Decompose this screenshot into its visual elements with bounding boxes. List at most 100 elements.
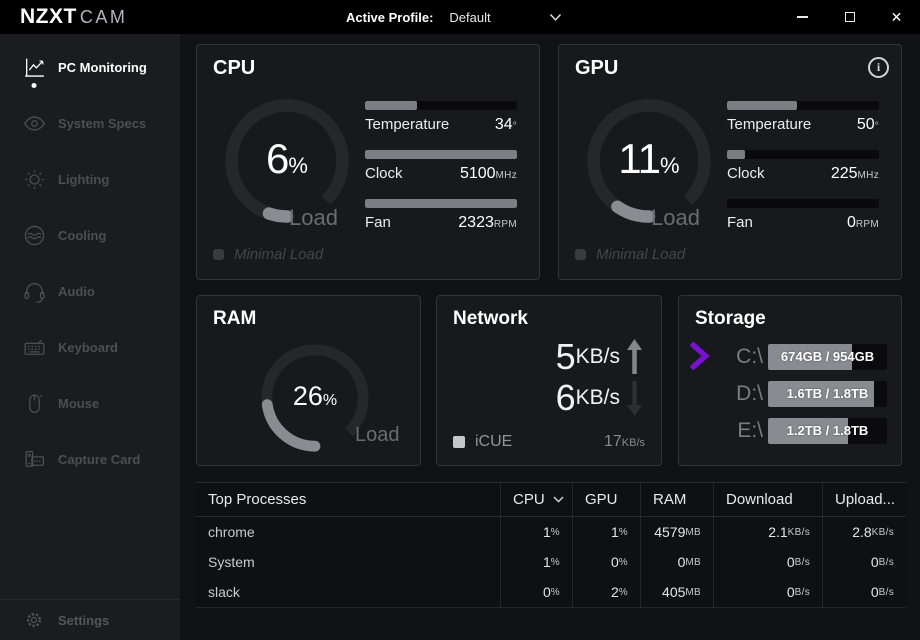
logo-nzxt: NZXT (20, 5, 77, 29)
sidebar-item-cooling[interactable]: Cooling (0, 207, 180, 263)
chart-line-icon (21, 54, 47, 80)
sidebar-item-mouse[interactable]: Mouse (0, 375, 180, 431)
cpu-load-value: 6% (219, 135, 355, 183)
stat-label: Fan (727, 214, 753, 231)
drive-name: E:\ (737, 419, 763, 443)
sidebar-item-label: Audio (58, 284, 95, 299)
active-profile-dropdown[interactable]: Active Profile: Default (346, 0, 562, 34)
network-card: Network 5 KB/s 6 KB/s (436, 295, 662, 466)
stat-value: 225MHz (831, 165, 879, 183)
sort-chevron-down-icon (553, 496, 564, 503)
icue-label: iCUE (475, 433, 512, 451)
minimal-load-swatch-icon (213, 249, 224, 260)
cpu-stats: Temperature34° Clock5100MHz Fan2323RPM (365, 101, 517, 248)
drive-usage-bar: 674GB / 954GB (768, 344, 887, 370)
process-cell: 405MB (640, 577, 713, 607)
cpu-fan-bar (365, 199, 517, 208)
pc-monitoring-page: CPU 6% Load Temperature34° Clock5100MHz Fa… (180, 34, 920, 640)
column-header-gpu[interactable]: GPU (572, 483, 640, 517)
cpu-stat-temperature: Temperature34° (365, 101, 517, 136)
gpu-gauge-load-label: Load (651, 205, 700, 231)
drive-usage-bar: 1.2TB / 1.8TB (768, 418, 887, 444)
network-upload-row: 5 KB/s (556, 336, 643, 377)
cpu-card: CPU 6% Load Temperature34°Clock5100MHzFa… (196, 44, 540, 280)
sidebar-item-settings[interactable]: Settings (0, 599, 180, 640)
sidebar-item-lighting[interactable]: Lighting (0, 151, 180, 207)
sidebar-item-label: PC Monitoring (58, 60, 147, 75)
cpu-stat-fan: Fan2323RPM (365, 199, 517, 234)
ram-card: RAM 26% Load (196, 295, 421, 466)
stat-label: Temperature (727, 116, 811, 133)
maximize-icon (845, 12, 855, 22)
mouse-icon (21, 390, 47, 416)
stat-value: 50° (857, 116, 879, 134)
storage-card: Storage C:\674GB / 954GBD:\1.6TB / 1.8TB… (678, 295, 902, 466)
gpu-stat-clock: Clock225MHz (727, 150, 879, 185)
active-profile-value[interactable]: Default (449, 10, 490, 25)
process-cell: 0B/s (822, 547, 906, 577)
drive-row-c: C:\674GB / 954GB (679, 338, 901, 375)
process-name: chrome (196, 517, 500, 547)
maximize-button[interactable] (826, 0, 873, 34)
gpu-fan-bar (727, 199, 879, 208)
logo-cam: CAM (80, 7, 128, 28)
sidebar-item-audio[interactable]: Audio (0, 263, 180, 319)
gpu-stat-temperature: Temperature 50° (727, 101, 879, 136)
minimize-button[interactable] (779, 0, 826, 34)
ram-load-value: 26% (256, 381, 374, 412)
storage-drive-list: C:\674GB / 954GBD:\1.6TB / 1.8TBE:\1.2TB… (679, 338, 901, 449)
chevron-down-icon[interactable] (549, 13, 562, 22)
nzxt-cam-logo: NZXT CAM (20, 5, 127, 29)
minimize-icon (797, 16, 808, 18)
gpu-temperature-bar (727, 101, 879, 110)
process-cell: 2.8KB/s (822, 517, 906, 547)
upload-speed-value: 5 (556, 336, 575, 378)
sidebar-item-capture-card[interactable]: Capture Card (0, 431, 180, 487)
cpu-stat-clock: Clock5100MHz (365, 150, 517, 185)
column-header-ram[interactable]: RAM (640, 483, 713, 517)
process-cell: 1% (500, 517, 572, 547)
process-cell: 2% (572, 577, 640, 607)
gpu-load-value: 11% (581, 135, 717, 183)
process-cell: 2.1KB/s (713, 517, 822, 547)
gpu-stat-fan: Fan 0RPM (727, 199, 879, 234)
sidebar-nav: PC Monitoring System SpecsLightingCooling… (0, 34, 180, 487)
stat-value: 0RPM (847, 214, 879, 232)
column-header-download[interactable]: Download (713, 483, 822, 517)
process-cell: 1% (500, 547, 572, 577)
eye-icon (21, 110, 47, 136)
gpu-card: GPU i 11% Load Temperature50°Clock225MHz… (558, 44, 902, 280)
process-cell: 0B/s (822, 577, 906, 607)
upload-speed-unit: KB/s (576, 345, 620, 369)
down-arrow-icon (626, 379, 643, 417)
close-button[interactable]: ✕ (873, 0, 920, 34)
process-cell: 0% (572, 547, 640, 577)
sidebar-item-pc-monitoring[interactable]: PC Monitoring (0, 39, 180, 95)
stat-label: Clock (365, 165, 403, 182)
minimal-load-swatch-icon (575, 249, 586, 260)
sidebar-item-label: Mouse (58, 396, 99, 411)
top-processes-table: Top ProcessesCPUGPURAMDownloadUpload...c… (196, 482, 906, 608)
stat-label: Temperature (365, 116, 449, 133)
download-speed-unit: KB/s (576, 386, 620, 410)
sidebar-item-keyboard[interactable]: Keyboard (0, 319, 180, 375)
stat-label: Fan (365, 214, 391, 231)
drive-selected-chevron-icon[interactable] (687, 340, 710, 372)
cpu-temperature-bar (365, 101, 517, 110)
network-total: 17KB/s (604, 433, 645, 451)
settings-label: Settings (58, 613, 109, 628)
process-name: slack (196, 577, 500, 607)
process-name: System (196, 547, 500, 577)
nzxt-cam-window: NZXT CAM Active Profile: Default ✕ PC Mo… (0, 0, 920, 640)
process-cell: 0B/s (713, 577, 822, 607)
ram-card-title: RAM (213, 308, 256, 330)
info-icon[interactable]: i (868, 57, 889, 78)
cpu-minimal-load-legend: Minimal Load (213, 246, 323, 263)
column-header-cpu[interactable]: CPU (500, 483, 572, 517)
cpu-card-title: CPU (213, 57, 255, 80)
column-header-upload[interactable]: Upload... (822, 483, 906, 517)
network-card-title: Network (453, 308, 528, 330)
process-cell: 0MB (640, 547, 713, 577)
sidebar-item-system-specs[interactable]: System Specs (0, 95, 180, 151)
network-download-row: 6 KB/s (556, 377, 643, 418)
